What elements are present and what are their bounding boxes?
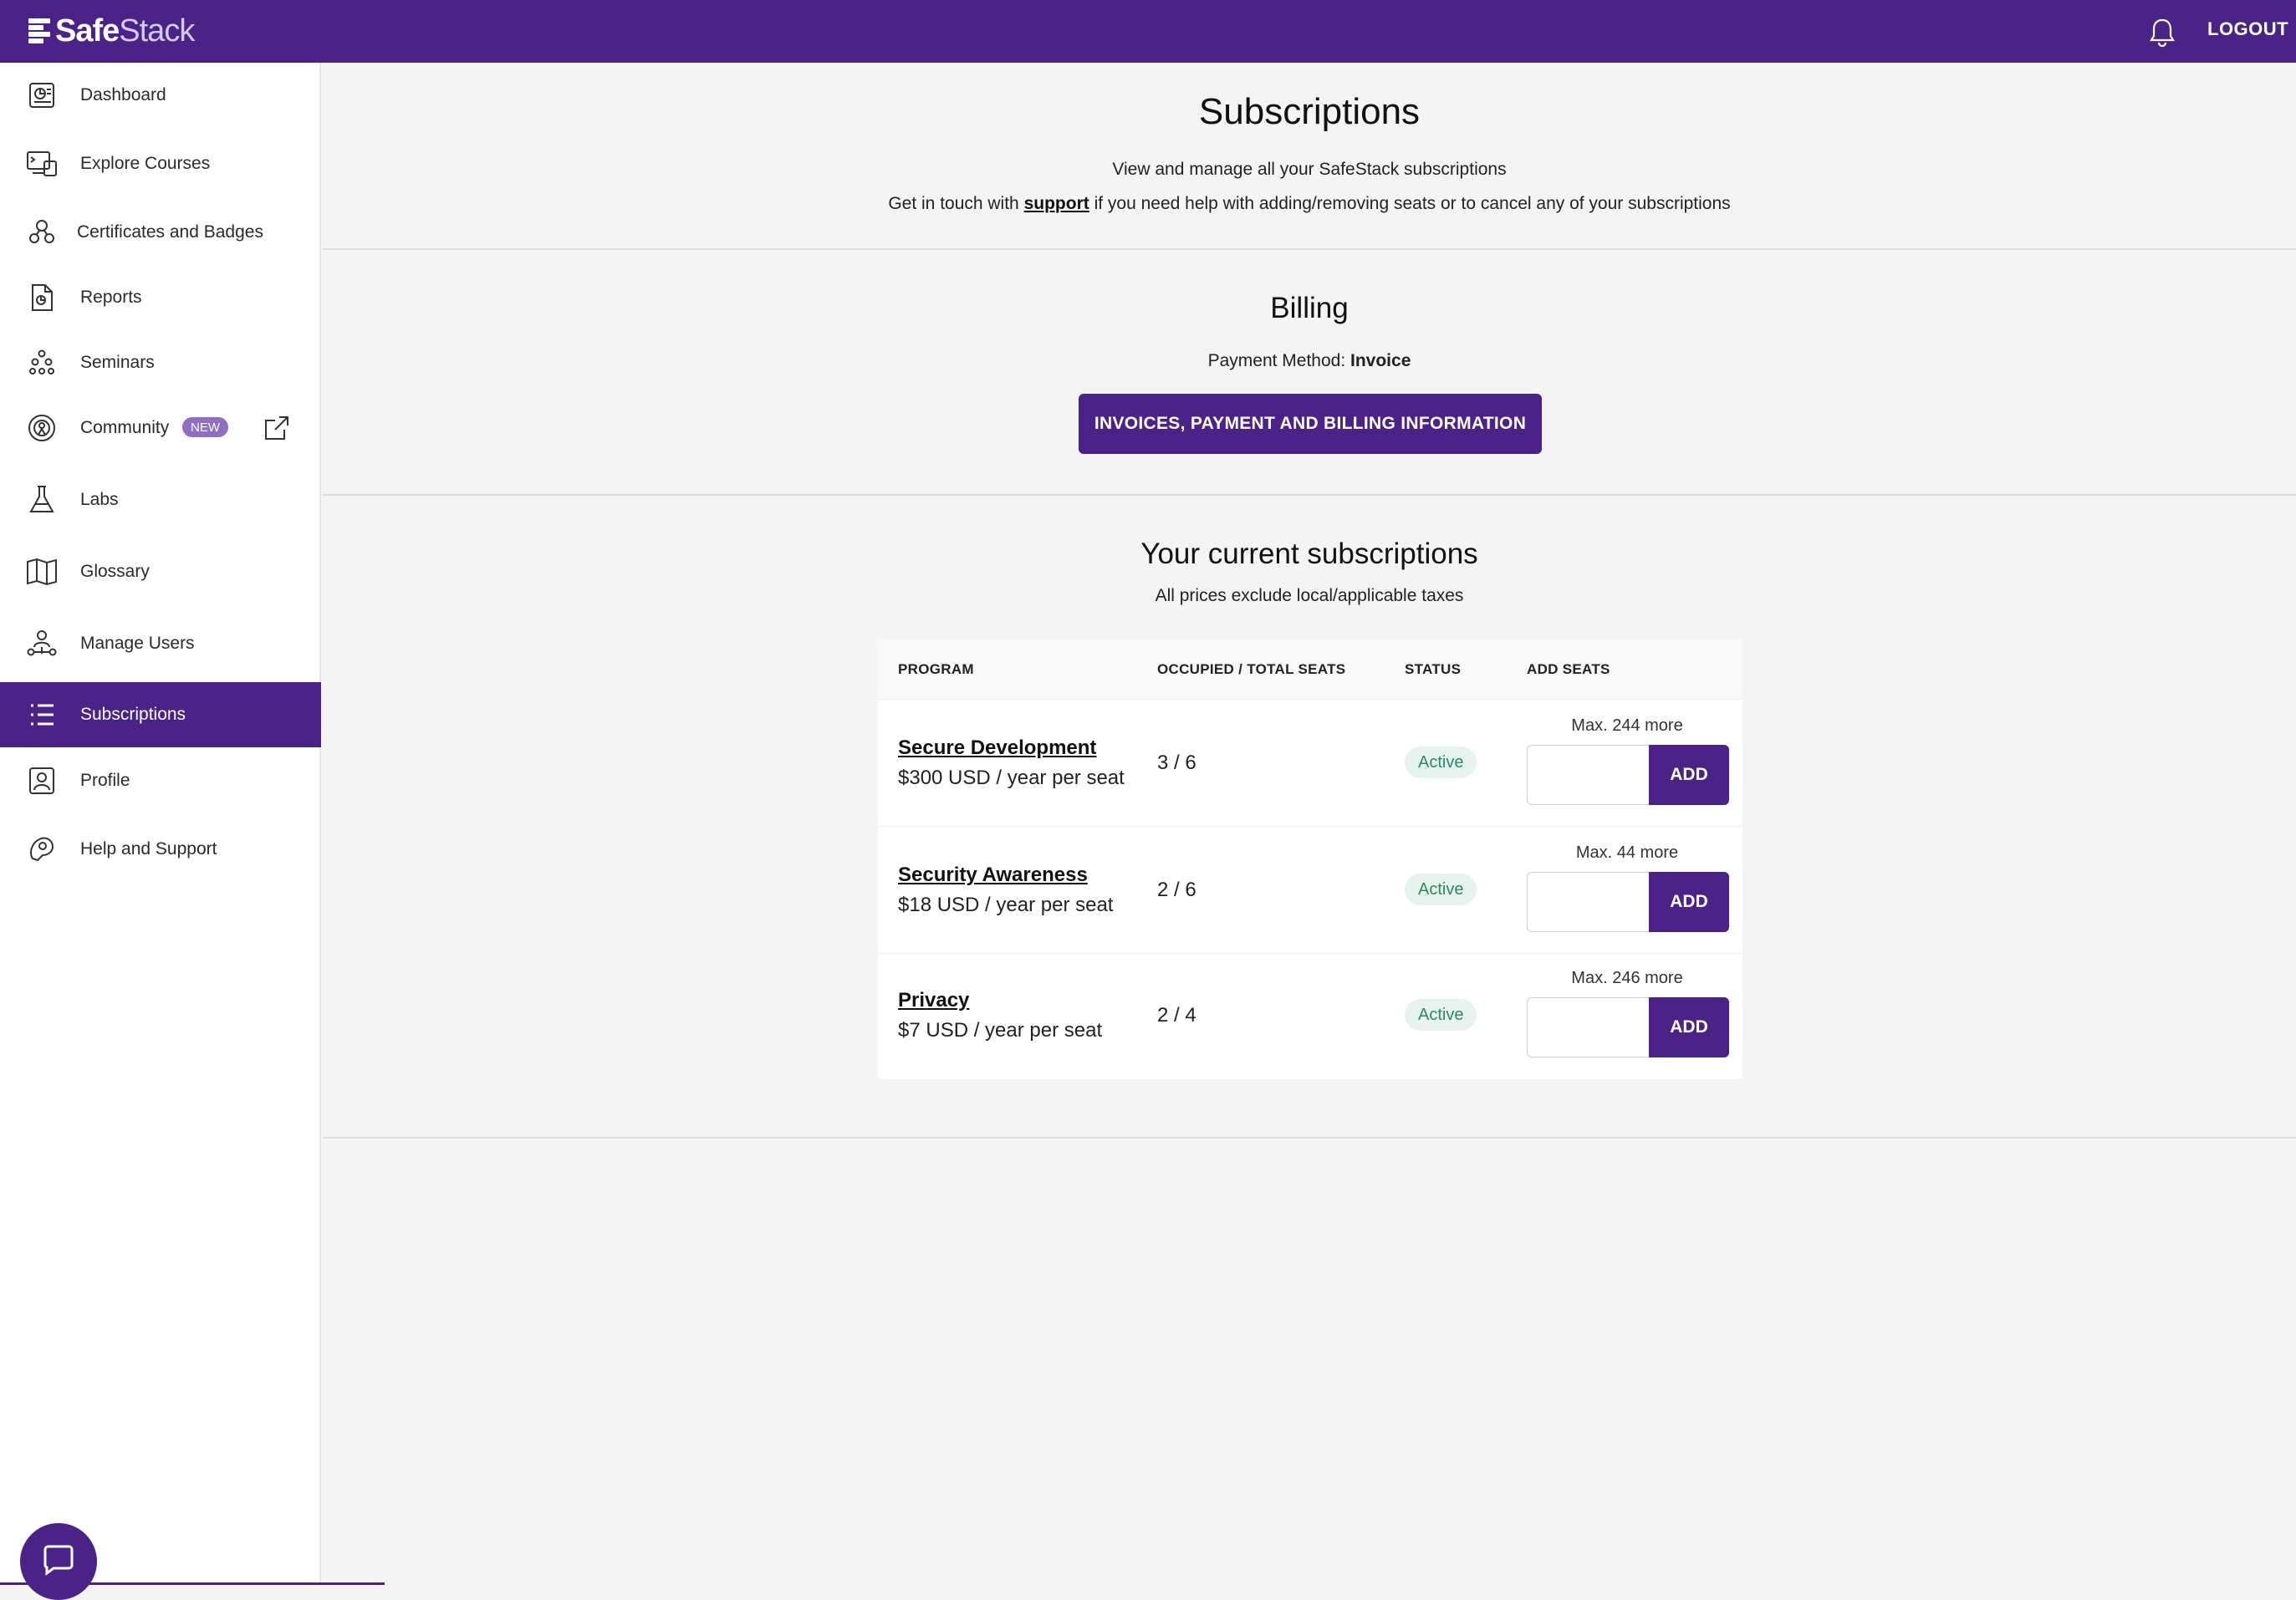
dashboard-icon <box>25 79 59 112</box>
seat-count: 3 / 6 <box>1157 752 1196 774</box>
seminars-icon <box>25 346 59 380</box>
flask-icon <box>25 483 59 517</box>
table-header: PROGRAM OCCUPIED / TOTAL SEATS STATUS AD… <box>878 639 1742 700</box>
taxes-note: All prices exclude local/applicable taxe… <box>1155 586 1464 605</box>
sidebar-item-label: Reports <box>80 288 142 307</box>
main-content: Subscriptions View and manage all your S… <box>323 63 2296 1585</box>
sidebar-item-dashboard[interactable]: Dashboard <box>0 63 321 128</box>
sidebar-item-certificates[interactable]: Certificates and Badges <box>0 200 321 265</box>
support-link[interactable]: support <box>1024 194 1089 213</box>
sidebar-item-label: Help and Support <box>80 839 217 859</box>
support-note-prefix: Get in touch with <box>888 194 1024 213</box>
program-price: $18 USD / year per seat <box>898 894 1114 916</box>
sidebar-item-profile[interactable]: Profile <box>0 748 321 813</box>
payment-method-value: Invoice <box>1350 351 1411 370</box>
page-title: Subscriptions <box>1198 91 1421 132</box>
max-seats-note: Max. 246 more <box>1571 969 1683 987</box>
sidebar-item-seminars[interactable]: Seminars <box>0 330 321 395</box>
add-seats-button[interactable]: ADD <box>1649 872 1729 932</box>
sidebar-item-explore-courses[interactable]: Explore Courses <box>0 131 321 196</box>
logout-button[interactable]: LOGOUT <box>2207 18 2288 40</box>
divider <box>323 1137 2296 1139</box>
sidebar-item-community[interactable]: Community NEW <box>0 395 321 461</box>
sidebar-item-label: Subscriptions <box>80 705 186 724</box>
divider <box>323 248 2296 250</box>
reports-icon <box>25 281 59 314</box>
new-badge: NEW <box>182 417 228 437</box>
program-price: $7 USD / year per seat <box>898 1019 1103 1042</box>
support-note: Get in touch with support if you need he… <box>323 194 2296 214</box>
payment-method: Payment Method: Invoice <box>323 351 2296 371</box>
book-icon <box>25 555 59 589</box>
logo-text-stack: Stack <box>119 13 195 48</box>
chat-icon <box>40 1541 77 1582</box>
max-seats-note: Max. 244 more <box>1571 716 1683 735</box>
sidebar-item-glossary[interactable]: Glossary <box>0 539 321 604</box>
subscriptions-title: Your current subscriptions <box>1140 538 1478 570</box>
add-seats-input[interactable] <box>1527 745 1649 805</box>
sidebar-item-help-and-support[interactable]: Help and Support <box>0 817 321 882</box>
subscriptions-table: PROGRAM OCCUPIED / TOTAL SEATS STATUS AD… <box>878 639 1742 1079</box>
sidebar-item-labs[interactable]: Labs <box>0 467 321 532</box>
page-subtitle: View and manage all your SafeStack subsc… <box>1112 160 1507 179</box>
divider <box>323 494 2296 496</box>
sidebar: Dashboard Explore Courses Certificates a… <box>0 63 385 1600</box>
users-icon <box>25 627 59 660</box>
program-name-link[interactable]: Privacy <box>898 989 969 1012</box>
billing-title: Billing <box>1270 292 1349 324</box>
sidebar-item-label: Profile <box>80 771 130 790</box>
add-seats-button[interactable]: ADD <box>1649 745 1729 805</box>
chat-button[interactable] <box>20 1523 97 1600</box>
sidebar-item-label: Seminars <box>80 353 155 372</box>
seat-count: 2 / 6 <box>1157 879 1196 901</box>
max-seats-note: Max. 44 more <box>1575 843 1679 862</box>
seat-count: 2 / 4 <box>1157 1004 1196 1027</box>
safestack-logo[interactable]: SafeStack <box>28 12 195 50</box>
program-price: $300 USD / year per seat <box>898 767 1125 789</box>
sidebar-item-subscriptions[interactable]: Subscriptions <box>0 682 321 747</box>
sidebar-item-label: Manage Users <box>80 634 195 653</box>
help-icon <box>25 833 59 866</box>
profile-icon <box>25 764 59 797</box>
sidebar-item-label: Community <box>80 418 170 437</box>
status-badge: Active <box>1405 874 1477 905</box>
add-seats-input[interactable] <box>1527 997 1649 1057</box>
column-header-add-seats: ADD SEATS <box>1527 661 1610 677</box>
sidebar-item-reports[interactable]: Reports <box>0 265 321 330</box>
status-badge: Active <box>1405 999 1477 1031</box>
external-link-icon <box>263 414 291 442</box>
billing-information-button[interactable]: INVOICES, PAYMENT AND BILLING INFORMATIO… <box>1079 394 1542 454</box>
status-badge: Active <box>1405 746 1477 778</box>
sidebar-item-label: Dashboard <box>80 85 166 104</box>
logo-text-safe: Safe <box>55 13 120 48</box>
courses-icon <box>25 147 59 181</box>
sidebar-item-label: Labs <box>80 490 119 509</box>
program-name-link[interactable]: Security Awareness <box>898 864 1088 887</box>
support-note-suffix: if you need help with adding/removing se… <box>1089 194 1731 213</box>
column-header-status: STATUS <box>1405 661 1462 677</box>
community-icon <box>25 411 59 445</box>
sidebar-item-label: Certificates and Badges <box>77 222 263 242</box>
logo-mark-icon <box>28 17 50 45</box>
sidebar-item-label: Explore Courses <box>80 154 211 173</box>
bell-icon[interactable] <box>2145 15 2179 48</box>
sidebar-item-manage-users[interactable]: Manage Users <box>0 611 321 676</box>
sidebar-item-label: Glossary <box>80 562 150 581</box>
table-row: Secure Development $300 USD / year per s… <box>878 700 1742 827</box>
payment-method-label: Payment Method: <box>1207 351 1351 370</box>
add-seats-button[interactable]: ADD <box>1649 997 1729 1057</box>
table-row: Privacy $7 USD / year per seat 2 / 4 Act… <box>878 954 1742 1081</box>
column-header-program: PROGRAM <box>898 661 974 677</box>
certificates-icon <box>25 216 59 249</box>
top-bar: SafeStack LOGOUT <box>0 0 2296 63</box>
program-name-link[interactable]: Secure Development <box>898 736 1096 760</box>
add-seats-input[interactable] <box>1527 872 1649 932</box>
list-icon <box>25 698 59 731</box>
table-row: Security Awareness $18 USD / year per se… <box>878 827 1742 954</box>
column-header-seats: OCCUPIED / TOTAL SEATS <box>1157 661 1346 677</box>
